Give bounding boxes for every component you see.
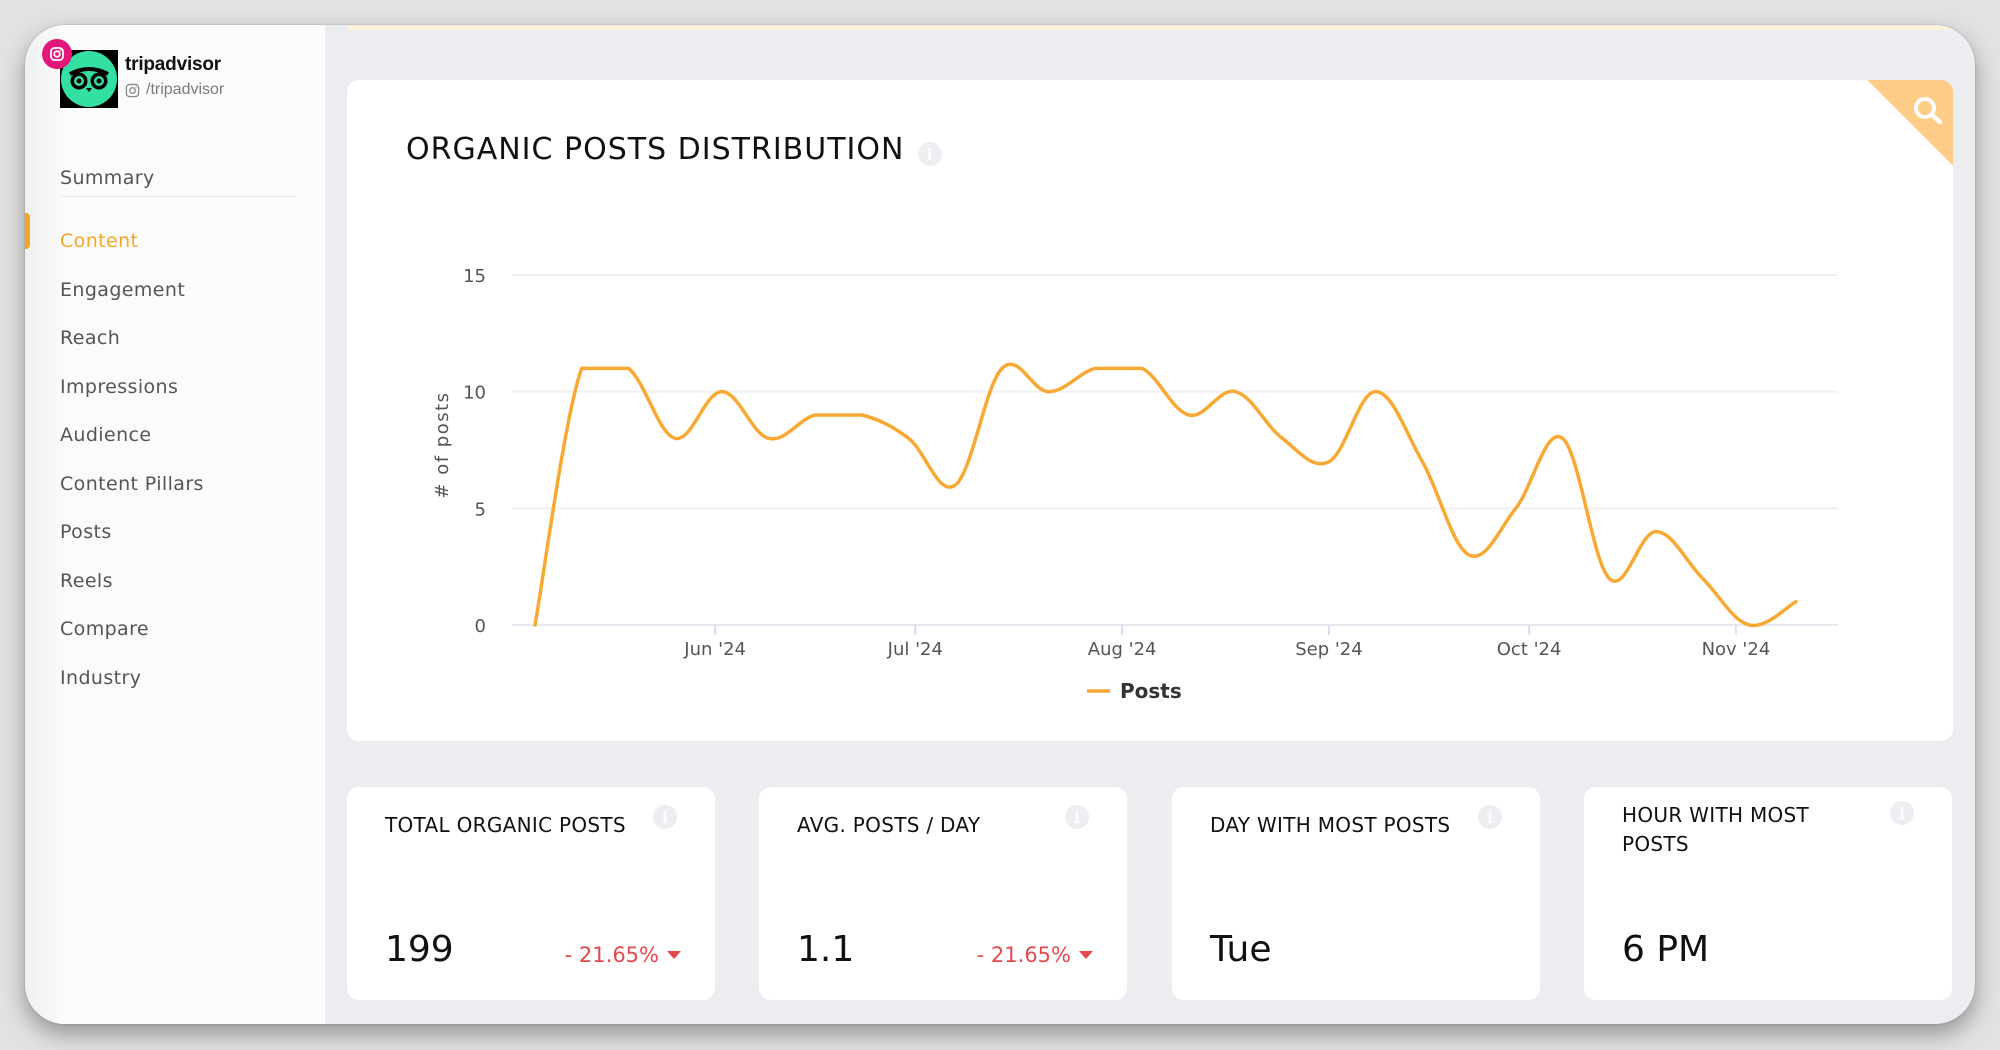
data-point bbox=[1606, 575, 1612, 581]
sidebar-item-posts[interactable]: Posts bbox=[60, 521, 112, 543]
data-point bbox=[1700, 575, 1706, 581]
info-icon[interactable]: i bbox=[1478, 805, 1502, 829]
data-point bbox=[1513, 505, 1519, 511]
y-tick-label: 5 bbox=[475, 499, 486, 520]
x-tick-label: Jun '24 bbox=[683, 639, 746, 660]
data-point bbox=[812, 412, 818, 418]
sidebar-item-industry[interactable]: Industry bbox=[60, 667, 141, 689]
data-point bbox=[1092, 365, 1098, 371]
x-tick-label: Aug '24 bbox=[1088, 639, 1157, 660]
instagram-icon bbox=[125, 83, 140, 97]
sidebar-item-reels[interactable]: Reels bbox=[60, 570, 113, 592]
notification-banner-edge bbox=[347, 25, 1975, 30]
stat-label: HOUR WITH MOST POSTS bbox=[1622, 803, 1810, 856]
data-point bbox=[1419, 459, 1425, 465]
y-tick-label: 10 bbox=[463, 383, 486, 404]
y-tick-label: 0 bbox=[475, 616, 486, 637]
sidebar-item-engagement[interactable]: Engagement bbox=[60, 279, 185, 301]
x-tick-label: Sep '24 bbox=[1295, 639, 1363, 660]
data-point bbox=[1653, 529, 1659, 535]
data-point bbox=[532, 622, 538, 628]
y-tick-label: 15 bbox=[463, 266, 486, 287]
sidebar: tripadvisor /tripadvisor Summary Content… bbox=[25, 25, 325, 1024]
stat-change-text: - 21.65% bbox=[564, 943, 659, 967]
data-point bbox=[766, 435, 772, 441]
trend-down-icon bbox=[667, 951, 681, 959]
y-axis-label: # of posts bbox=[432, 391, 453, 498]
stat-value: 1.1 bbox=[797, 929, 855, 970]
sidebar-item-audience[interactable]: Audience bbox=[60, 424, 151, 446]
posts-line-chart: 0 5 10 15 Jun '24 Jul '24 Aug '24 Sep '24 Oct '… bbox=[432, 266, 1838, 703]
data-point bbox=[1279, 435, 1285, 441]
info-icon[interactable]: i bbox=[1890, 801, 1914, 825]
data-point bbox=[625, 365, 631, 371]
data-point bbox=[1793, 599, 1799, 605]
sidebar-item-impressions[interactable]: Impressions bbox=[60, 376, 178, 398]
series-line-posts bbox=[533, 362, 1798, 628]
stat-value: 199 bbox=[385, 929, 454, 970]
data-point bbox=[1746, 622, 1752, 628]
data-point bbox=[1466, 552, 1472, 558]
sidebar-item-content-pillars[interactable]: Content Pillars bbox=[60, 473, 204, 495]
owl-eyes-icon bbox=[69, 67, 109, 92]
data-point bbox=[1373, 389, 1379, 395]
data-point bbox=[1233, 389, 1239, 395]
data-point bbox=[719, 389, 725, 395]
stat-card-hour-with-most-posts: HOUR WITH MOST POSTS i 6 PM bbox=[1584, 787, 1952, 1000]
info-icon[interactable]: i bbox=[1065, 805, 1089, 829]
stat-card-avg-posts-per-day: AVG. POSTS / DAY i 1.1 - 21.65% bbox=[759, 787, 1127, 1000]
data-point bbox=[579, 365, 585, 371]
active-nav-indicator bbox=[25, 213, 30, 249]
organic-posts-distribution-card: ORGANIC POSTS DISTRIBUTION i 0 5 10 15 Jun … bbox=[347, 80, 1953, 741]
sidebar-item-summary[interactable]: Summary bbox=[60, 167, 155, 189]
stat-card-day-with-most-posts: DAY WITH MOST POSTS i Tue bbox=[1172, 787, 1540, 1000]
stat-card-total-organic-posts: TOTAL ORGANIC POSTS i 199 - 21.65% bbox=[347, 787, 715, 1000]
profile-handle: /tripadvisor bbox=[125, 81, 224, 99]
data-point bbox=[1186, 412, 1192, 418]
info-icon[interactable]: i bbox=[653, 805, 677, 829]
data-point bbox=[1046, 389, 1052, 395]
x-tick-label: Jul '24 bbox=[887, 639, 943, 660]
data-point bbox=[859, 412, 865, 418]
x-tick-label: Nov '24 bbox=[1702, 639, 1771, 660]
profile-handle-text: /tripadvisor bbox=[146, 81, 225, 98]
data-point bbox=[906, 435, 912, 441]
sidebar-item-compare[interactable]: Compare bbox=[60, 618, 149, 640]
stat-change-text: - 21.65% bbox=[976, 943, 1071, 967]
stat-value: Tue bbox=[1210, 929, 1272, 970]
stat-change: - 21.65% bbox=[565, 943, 681, 967]
instagram-badge-icon bbox=[42, 39, 72, 69]
stat-value: 6 PM bbox=[1622, 929, 1710, 970]
data-point bbox=[999, 365, 1005, 371]
app-window: tripadvisor /tripadvisor Summary Content… bbox=[25, 25, 1975, 1024]
sidebar-divider bbox=[60, 196, 296, 197]
stat-change: - 21.65% bbox=[977, 943, 1093, 967]
sidebar-item-content[interactable]: Content bbox=[60, 230, 138, 252]
sidebar-item-reach[interactable]: Reach bbox=[60, 327, 120, 349]
profile-name: tripadvisor bbox=[125, 54, 221, 75]
trend-down-icon bbox=[1079, 951, 1093, 959]
data-point bbox=[672, 435, 678, 441]
data-point bbox=[1326, 459, 1332, 465]
x-tick-label: Oct '24 bbox=[1497, 639, 1562, 660]
data-point bbox=[1139, 365, 1145, 371]
stat-label: AVG. POSTS / DAY bbox=[797, 813, 981, 837]
chart-legend[interactable]: Posts bbox=[1087, 679, 1182, 703]
legend-item-label: Posts bbox=[1120, 679, 1182, 703]
stat-label: TOTAL ORGANIC POSTS bbox=[385, 813, 626, 837]
data-point bbox=[952, 482, 958, 488]
stat-label: DAY WITH MOST POSTS bbox=[1210, 813, 1451, 837]
data-point bbox=[1559, 435, 1565, 441]
